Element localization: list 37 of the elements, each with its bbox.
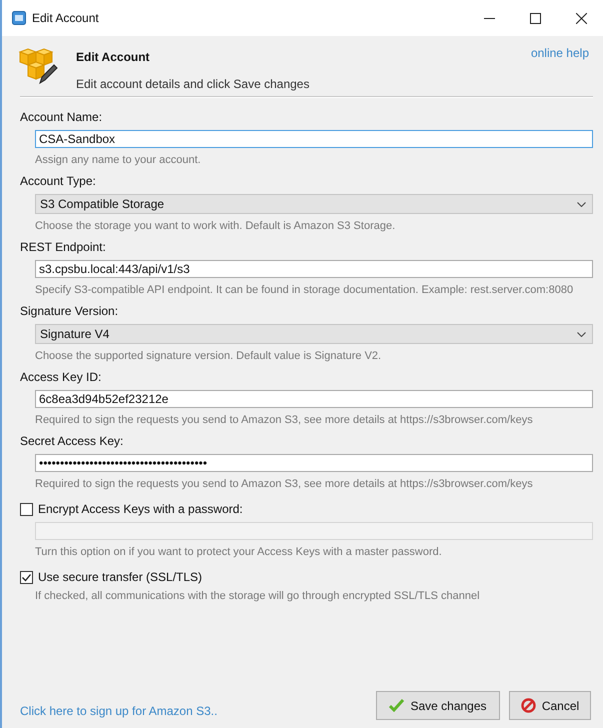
boxes-pencil-icon (18, 46, 58, 86)
dropdown[interactable]: Signature V4 (35, 324, 593, 344)
hint-text: Assign any name to your account. (35, 154, 202, 166)
hint-text: Turn this option on if you want to protect your Access Keys with a master password. (35, 546, 443, 558)
checkbox-label[interactable]: Encrypt Access Keys with a password: (38, 502, 243, 516)
checkbox[interactable] (20, 570, 33, 584)
chevron-down-icon (577, 202, 586, 206)
hint-text: Choose the storage you want to work with. Default is Amazon S3 Storage. (35, 220, 396, 232)
window-title: Edit Account (32, 11, 99, 25)
field-label: REST Endpoint: (20, 240, 107, 254)
prohibited-icon (520, 698, 536, 713)
dialog-heading: Edit Account (76, 50, 151, 64)
cancel-button[interactable]: Cancel (509, 691, 591, 720)
field-label: Account Type: (20, 174, 97, 188)
field-label: Access Key ID: (20, 370, 102, 384)
maximize-icon[interactable] (530, 12, 541, 24)
checkbox[interactable] (20, 502, 33, 516)
app-icon (12, 11, 26, 25)
field-label: Account Name: (20, 110, 104, 124)
hint-text: Choose the supported signature version. Default value is Signature V2. (35, 350, 382, 362)
input-field[interactable]: •••••••••••••••••••••••••••••••••••••••• (35, 454, 593, 472)
close-icon[interactable] (576, 12, 587, 24)
input-field[interactable]: 6c8ea3d94b52ef23212e (35, 390, 593, 408)
checkbox-label[interactable]: Use secure transfer (SSL/TLS) (38, 570, 202, 584)
hint-text: If checked, all communications with the storage will go through encrypted SSL/TLS channel (35, 590, 481, 602)
hint-text: Required to sign the requests you send to Amazon S3, see more details at https://s3browser.com/keys (35, 478, 534, 490)
hint-text: Specify S3-compatible API endpoint. It can be found in storage documentation. Example: rest.server.com:8080 (35, 284, 574, 296)
hint-text: Required to sign the requests you send to Amazon S3, see more details at https://s3browser.com/keys (35, 414, 534, 426)
chevron-down-icon (577, 332, 586, 336)
checkmark-icon (389, 699, 404, 712)
dialog-subtitle: Edit account details and click Save changes (76, 77, 310, 91)
field-label: Secret Access Key: (20, 434, 124, 448)
input-field[interactable]: CSA-Sandbox (35, 130, 593, 148)
save-button[interactable]: Save changes (376, 691, 500, 720)
field-label: Signature Version: (20, 304, 120, 318)
input-field[interactable]: s3.cpsbu.local:443/api/v1/s3 (35, 260, 593, 278)
dropdown[interactable]: S3 Compatible Storage (35, 194, 593, 214)
